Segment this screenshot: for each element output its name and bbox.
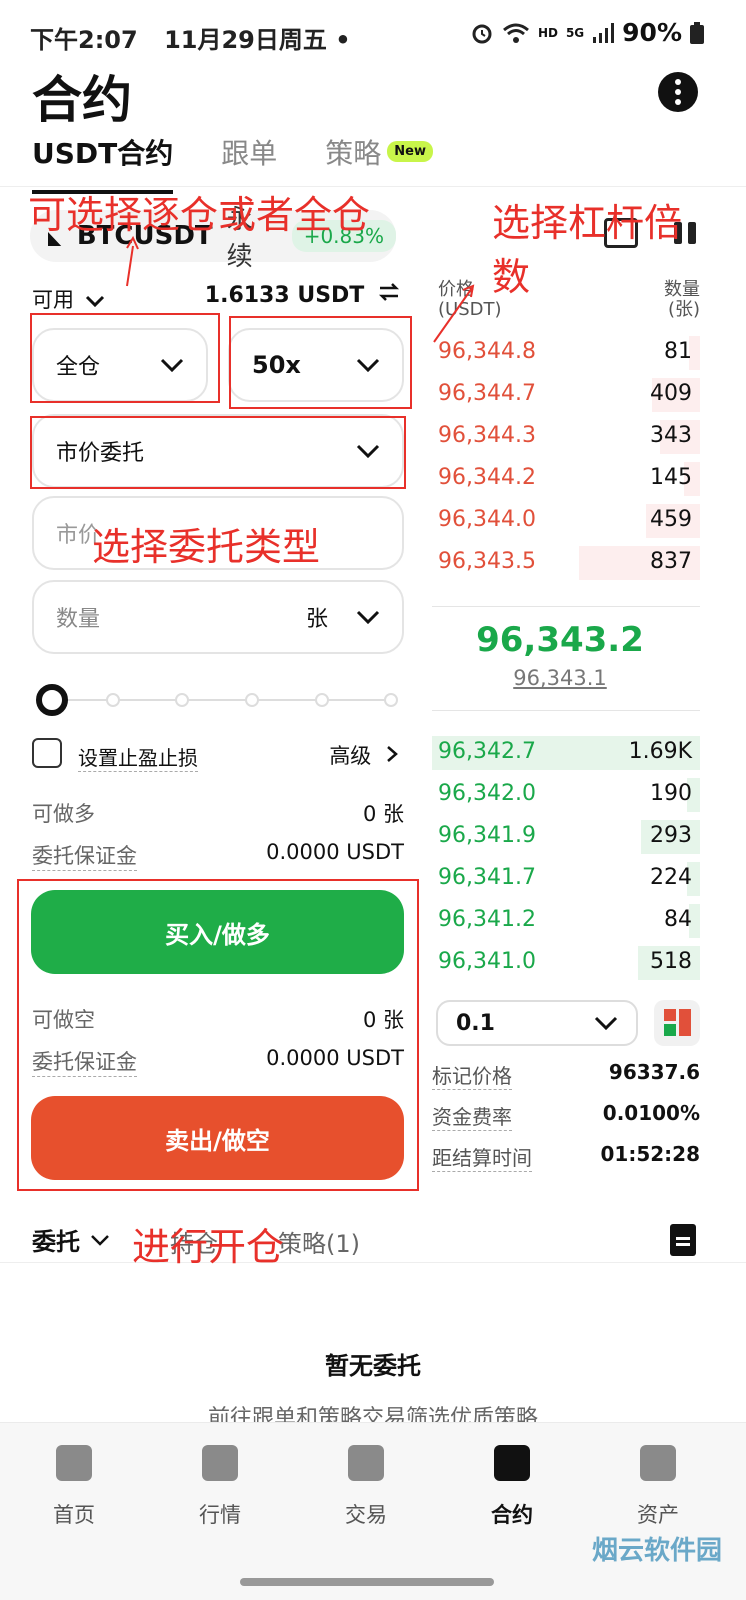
- annotation-leverage-text-1: 选择杠杆倍: [492, 201, 683, 245]
- annotation-margin-text: 可选择逐仓或者全仓: [28, 193, 371, 237]
- annotation-leverage-text-2: 数: [492, 255, 531, 299]
- annotation-open-text: 进行开仓: [132, 1225, 285, 1269]
- annotation-order-type-text: 选择委托类型: [92, 525, 321, 569]
- watermark: 烟云软件园: [591, 1536, 722, 1566]
